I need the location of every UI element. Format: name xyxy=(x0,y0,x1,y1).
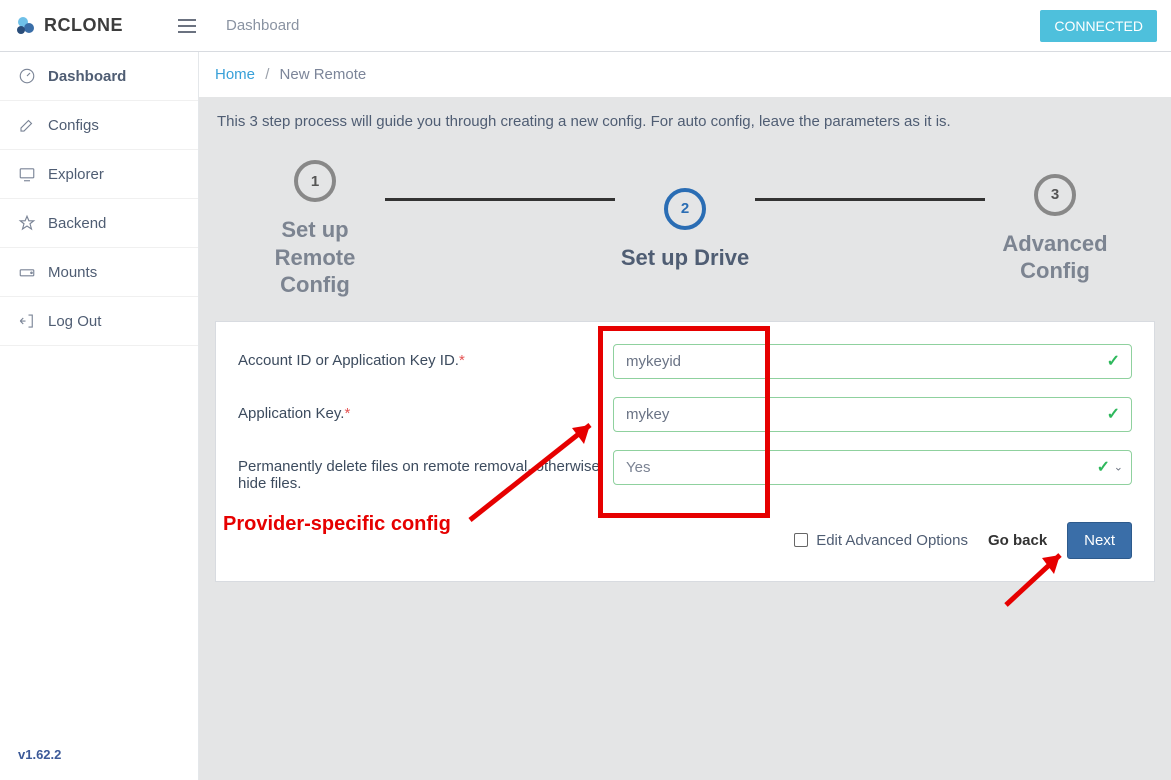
version-label: v1.62.2 xyxy=(0,729,198,780)
step-connector xyxy=(755,198,985,201)
form-footer: Edit Advanced Options Go back Next xyxy=(238,522,1132,559)
sidebar-item-label: Mounts xyxy=(48,264,97,281)
permanent-delete-label: Permanently delete files on remote remov… xyxy=(238,450,613,492)
sidebar-item-label: Configs xyxy=(48,117,99,134)
step-label: Advanced Config xyxy=(985,230,1125,285)
sidebar-item-label: Backend xyxy=(48,215,106,232)
app-key-label: Application Key.* xyxy=(238,397,613,422)
monitor-icon xyxy=(18,165,36,183)
account-id-input[interactable] xyxy=(613,344,1132,379)
app-key-input[interactable] xyxy=(613,397,1132,432)
permanent-delete-select[interactable]: Yes xyxy=(613,450,1132,485)
edit-advanced-label: Edit Advanced Options xyxy=(816,532,968,549)
sidebar-item-dashboard[interactable]: Dashboard xyxy=(0,52,198,101)
step-label: Set up Remote Config xyxy=(245,216,385,299)
main-content: Home / New Remote This 3 step process wi… xyxy=(199,52,1171,780)
sidebar-item-explorer[interactable]: Explorer xyxy=(0,150,198,199)
step-number: 1 xyxy=(294,160,336,202)
checkbox-icon xyxy=(794,533,808,547)
breadcrumb-separator: / xyxy=(265,66,269,83)
valid-check-icon: ✓ xyxy=(1107,404,1120,424)
star-icon xyxy=(18,214,36,232)
breadcrumb: Home / New Remote xyxy=(199,52,1171,97)
wizard-stepper: 1 Set up Remote Config 2 Set up Drive 3 … xyxy=(215,154,1155,321)
sidebar-item-label: Dashboard xyxy=(48,68,126,85)
sidebar-item-backend[interactable]: Backend xyxy=(0,199,198,248)
sidebar-item-mounts[interactable]: Mounts xyxy=(0,248,198,297)
brand-logo: RCLONE xyxy=(14,14,164,38)
help-text: This 3 step process will guide you throu… xyxy=(215,113,1155,130)
edit-icon xyxy=(18,116,36,134)
breadcrumb-home-link[interactable]: Home xyxy=(215,66,255,83)
breadcrumb-current: New Remote xyxy=(280,66,367,83)
step-2[interactable]: 2 Set up Drive xyxy=(615,188,755,272)
step-3[interactable]: 3 Advanced Config xyxy=(985,174,1125,285)
form-row-account-id: Account ID or Application Key ID.* ✓ xyxy=(238,344,1132,379)
logout-icon xyxy=(18,312,36,330)
sidebar-item-configs[interactable]: Configs xyxy=(0,101,198,150)
page-title: Dashboard xyxy=(226,17,299,34)
step-connector xyxy=(385,198,615,201)
sidebar: Dashboard Configs Explorer Backend Mount… xyxy=(0,52,199,780)
step-label: Set up Drive xyxy=(621,244,749,272)
account-id-label: Account ID or Application Key ID.* xyxy=(238,344,613,369)
rclone-icon xyxy=(14,14,38,38)
gauge-icon xyxy=(18,67,36,85)
sidebar-item-label: Log Out xyxy=(48,313,101,330)
edit-advanced-checkbox[interactable]: Edit Advanced Options xyxy=(794,532,968,549)
connection-status-badge: CONNECTED xyxy=(1040,10,1157,42)
next-button[interactable]: Next xyxy=(1067,522,1132,559)
valid-check-icon: ✓ xyxy=(1107,351,1120,371)
step-1[interactable]: 1 Set up Remote Config xyxy=(245,160,385,299)
step-number: 3 xyxy=(1034,174,1076,216)
app-header: RCLONE Dashboard CONNECTED xyxy=(0,0,1171,52)
go-back-button[interactable]: Go back xyxy=(988,532,1047,549)
sidebar-item-label: Explorer xyxy=(48,166,104,183)
hamburger-menu-button[interactable] xyxy=(172,13,202,39)
valid-check-icon: ✓ xyxy=(1097,457,1110,477)
chevron-down-icon: ⌄ xyxy=(1114,461,1123,474)
form-row-app-key: Application Key.* ✓ xyxy=(238,397,1132,432)
sidebar-item-logout[interactable]: Log Out xyxy=(0,297,198,346)
step-number: 2 xyxy=(664,188,706,230)
brand-text: RCLONE xyxy=(44,15,123,36)
drive-icon xyxy=(18,263,36,281)
config-form-card: Account ID or Application Key ID.* ✓ App… xyxy=(215,321,1155,582)
form-row-permanent-delete: Permanently delete files on remote remov… xyxy=(238,450,1132,492)
